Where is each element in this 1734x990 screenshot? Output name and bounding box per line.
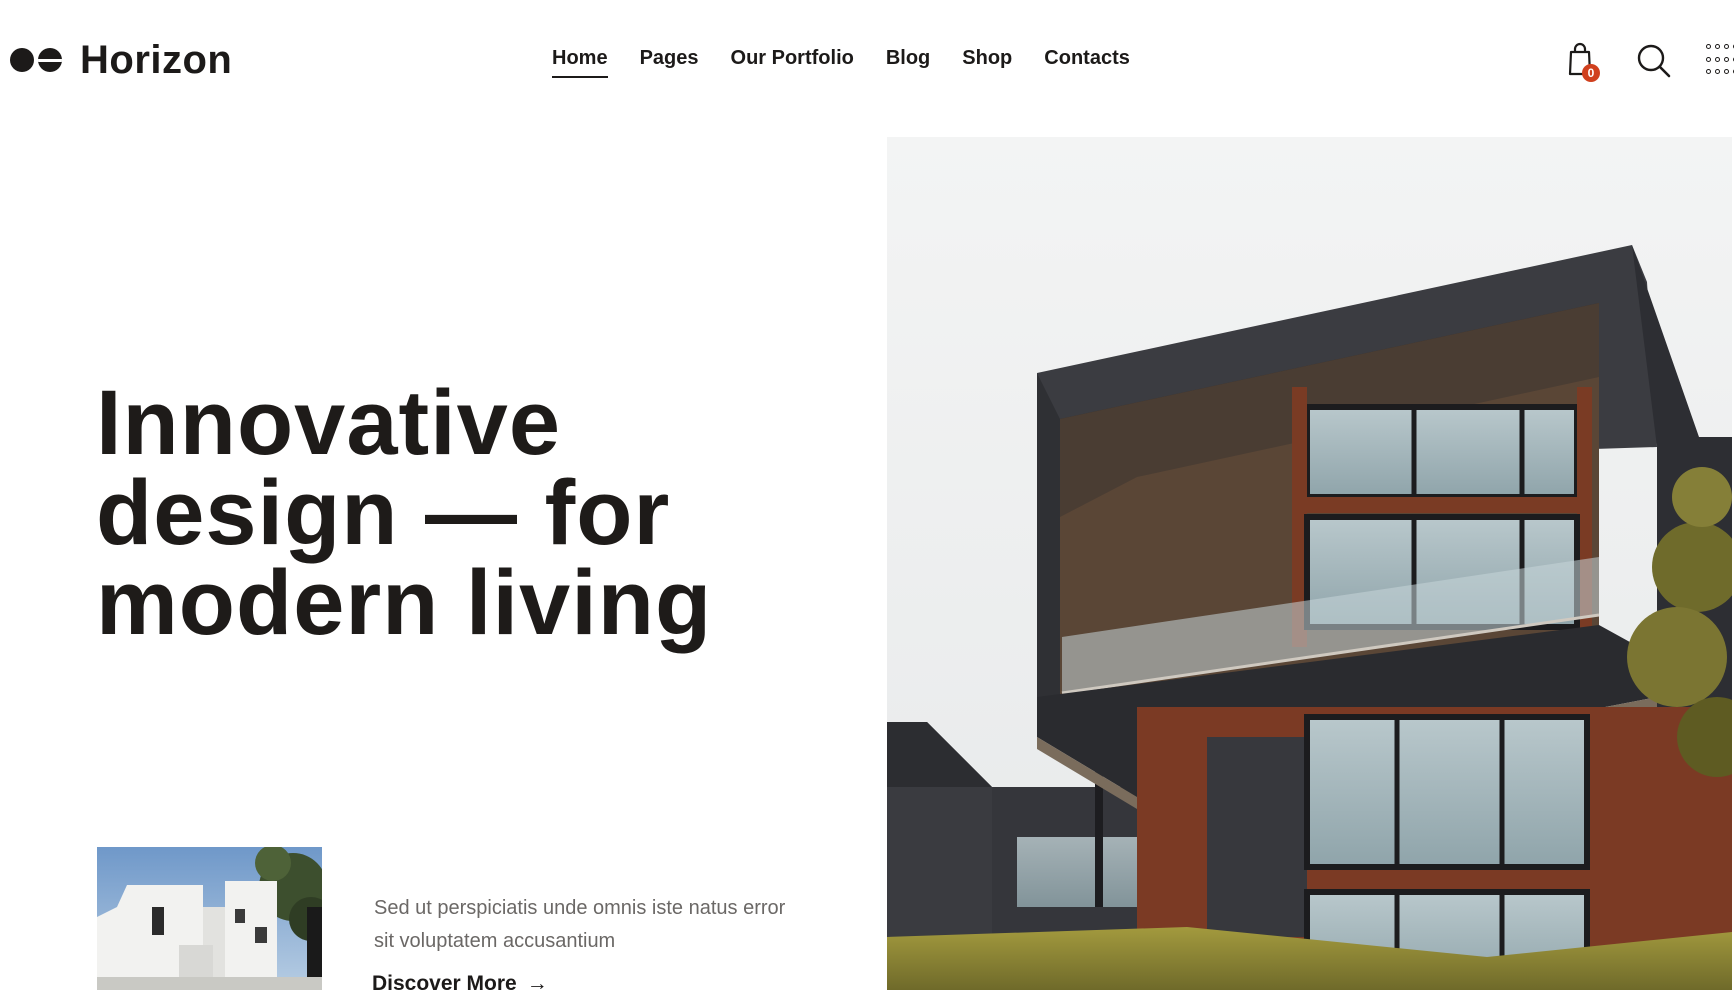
arrow-right-icon: → [526, 972, 548, 990]
hero-house-image [887, 137, 1732, 990]
hero-thumbnail-image[interactable] [97, 847, 322, 990]
hero-title-line: design — for [96, 462, 671, 564]
nav-item-blog[interactable]: Blog [886, 44, 930, 78]
hero-title: Innovative design — for modern living [96, 372, 713, 654]
nav-item-shop[interactable]: Shop [962, 44, 1012, 78]
hero-title-line: modern living [96, 552, 713, 654]
discover-more-link[interactable]: Discover More → [372, 972, 548, 990]
hero-description: Sed ut perspiciatis unde omnis iste natu… [374, 897, 786, 952]
search-icon [1637, 44, 1671, 78]
nav-item-home[interactable]: Home [552, 44, 608, 78]
hero-title-line: Innovative [96, 372, 562, 474]
page: Horizon Home Pages Our Portfolio Blog Sh… [0, 0, 1734, 990]
nav-item-contacts[interactable]: Contacts [1044, 44, 1130, 78]
search-button[interactable] [1636, 40, 1672, 80]
logo-text: Horizon [80, 38, 233, 82]
main-nav: Home Pages Our Portfolio Blog Shop Conta… [552, 44, 1130, 78]
logo-mark-icon [10, 47, 64, 73]
nav-item-pages[interactable]: Pages [640, 44, 699, 78]
grid-menu-icon[interactable] [1706, 44, 1734, 78]
cart-button[interactable]: 0 [1566, 42, 1600, 82]
logo[interactable]: Horizon [10, 40, 232, 80]
discover-more-label: Discover More [372, 972, 517, 990]
nav-item-our-portfolio[interactable]: Our Portfolio [731, 44, 854, 78]
cart-count-badge: 0 [1582, 64, 1600, 82]
